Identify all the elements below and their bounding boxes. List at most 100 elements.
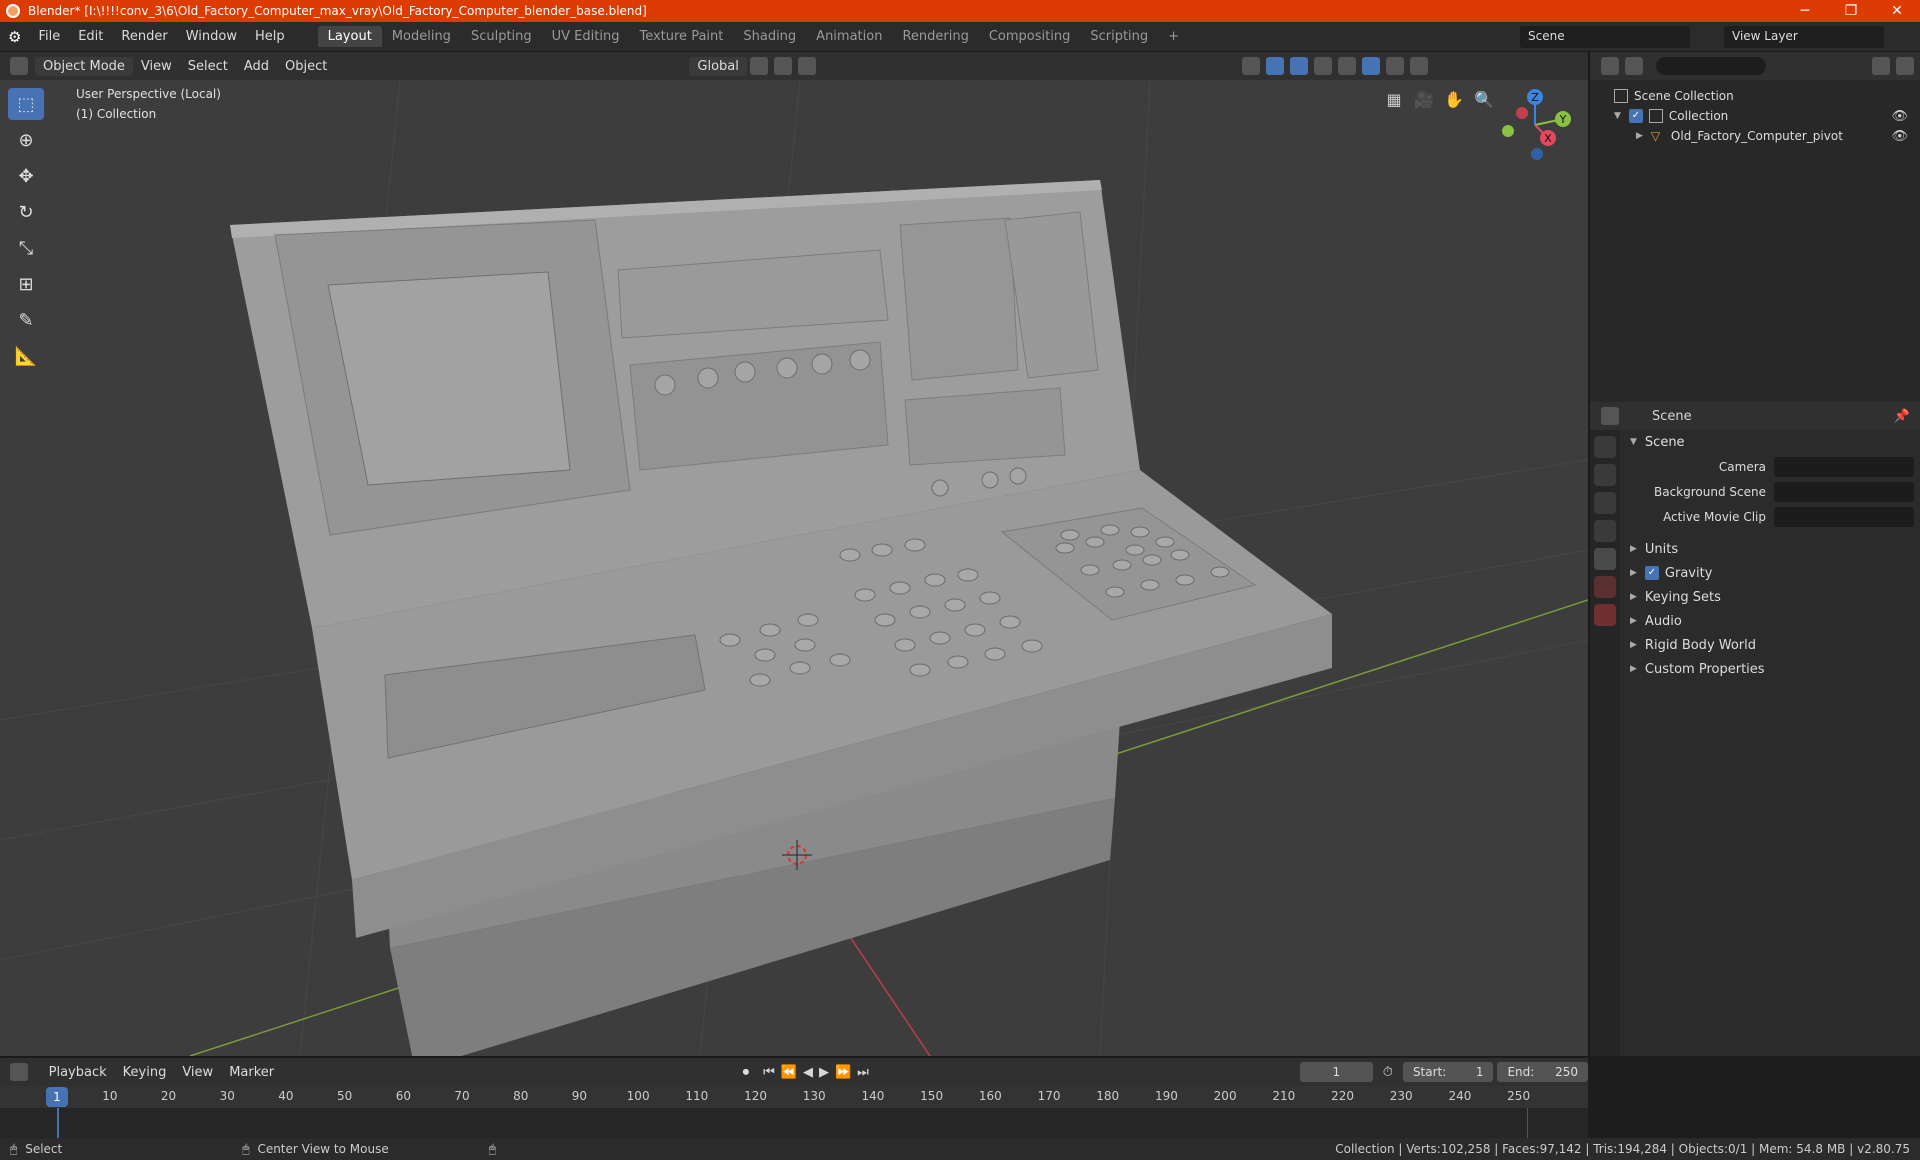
menu-help[interactable]: Help xyxy=(246,29,294,44)
menu-object[interactable]: Object xyxy=(277,59,335,74)
filter-icon[interactable] xyxy=(1872,57,1890,75)
minimize-button[interactable]: ─ xyxy=(1782,3,1828,19)
texture-tab-icon[interactable] xyxy=(1594,604,1616,626)
orientation-dropdown[interactable]: Global xyxy=(689,56,747,76)
units-panel[interactable]: ▶ Units xyxy=(1624,537,1920,561)
proportional-edit-icon[interactable] xyxy=(797,57,816,75)
scene-tab-icon[interactable] xyxy=(1594,548,1616,570)
tab-texture-paint[interactable]: Texture Paint xyxy=(629,26,733,47)
menu-playback[interactable]: Playback xyxy=(41,1065,115,1080)
outliner-object[interactable]: ▶ ▽ Old_Factory_Computer_pivot 👁 xyxy=(1590,126,1920,146)
next-keyframe-icon[interactable]: ⏩ xyxy=(835,1065,851,1080)
custom-properties-panel[interactable]: ▶ Custom Properties xyxy=(1624,657,1920,681)
properties-editor-icon[interactable] xyxy=(1601,407,1619,425)
visibility-icon[interactable] xyxy=(1241,57,1260,75)
audio-panel[interactable]: ▶ Audio xyxy=(1624,609,1920,633)
maximize-button[interactable]: ❐ xyxy=(1828,3,1874,19)
display-mode-icon[interactable] xyxy=(1625,57,1643,75)
expand-arrow-icon[interactable]: ▶ xyxy=(1636,131,1643,141)
transform-tool[interactable]: ⊞ xyxy=(8,268,44,300)
outliner-search-input[interactable] xyxy=(1656,57,1766,75)
current-frame-field[interactable]: 1 xyxy=(1299,1062,1373,1082)
rendered-shading-icon[interactable] xyxy=(1409,57,1428,75)
tab-scripting[interactable]: Scripting xyxy=(1080,26,1158,47)
zoom-icon[interactable]: 🔍 xyxy=(1470,86,1498,114)
menu-select[interactable]: Select xyxy=(180,59,236,74)
cursor-tool[interactable]: ⊕ xyxy=(8,124,44,156)
record-button[interactable]: ⏺ xyxy=(743,1065,750,1080)
move-tool[interactable]: ✥ xyxy=(8,160,44,192)
xray-icon[interactable] xyxy=(1313,57,1332,75)
tab-shading[interactable]: Shading xyxy=(733,26,806,47)
gizmo-icon[interactable] xyxy=(1265,57,1284,75)
tab-layout[interactable]: Layout xyxy=(317,26,382,47)
material-shading-icon[interactable] xyxy=(1385,57,1404,75)
view-layer-tab-icon[interactable] xyxy=(1594,520,1616,542)
outliner-collection[interactable]: ▼ ✓ Collection 👁 xyxy=(1590,106,1920,126)
expand-arrow-icon[interactable]: ▼ xyxy=(1614,111,1621,121)
output-tab-icon[interactable] xyxy=(1594,492,1616,514)
measure-tool[interactable]: 📐 xyxy=(8,340,44,372)
eye-icon[interactable]: 👁 xyxy=(1891,109,1908,124)
menu-add[interactable]: Add xyxy=(236,59,277,74)
overlay-icon[interactable] xyxy=(1289,57,1308,75)
eye-icon[interactable]: 👁 xyxy=(1891,129,1908,144)
blender-menu-icon[interactable]: ⚙ xyxy=(8,28,21,46)
menu-window[interactable]: Window xyxy=(177,29,246,44)
clock-icon[interactable]: ⏱ xyxy=(1383,1065,1393,1080)
tab-animation[interactable]: Animation xyxy=(806,26,892,47)
tab-modeling[interactable]: Modeling xyxy=(382,26,461,47)
tab-rendering[interactable]: Rendering xyxy=(892,26,978,47)
add-workspace-button[interactable]: + xyxy=(1158,26,1189,47)
navigation-gizmo[interactable]: Z Y X xyxy=(1502,89,1571,160)
menu-keying[interactable]: Keying xyxy=(115,1065,175,1080)
menu-file[interactable]: File xyxy=(29,29,69,44)
start-frame-field[interactable]: Start: 1 xyxy=(1402,1062,1494,1082)
view-layer-selector[interactable]: View Layer xyxy=(1724,26,1884,48)
play-icon[interactable]: ▶ xyxy=(819,1065,829,1080)
snap-icon[interactable] xyxy=(773,57,792,75)
jump-start-icon[interactable]: ⏮ xyxy=(763,1065,775,1080)
pan-hand-icon[interactable]: ✋ xyxy=(1440,86,1468,114)
new-collection-icon[interactable] xyxy=(1896,57,1914,75)
menu-view[interactable]: View xyxy=(133,59,180,74)
grid-icon[interactable]: ▦ xyxy=(1380,86,1408,114)
tab-uv-editing[interactable]: UV Editing xyxy=(542,26,630,47)
play-reverse-icon[interactable]: ◀ xyxy=(803,1065,813,1080)
pivot-icon[interactable] xyxy=(749,57,768,75)
prev-keyframe-icon[interactable]: ⏪ xyxy=(781,1065,797,1080)
background-scene-field[interactable] xyxy=(1774,481,1914,502)
tab-sculpting[interactable]: Sculpting xyxy=(461,26,542,47)
tab-compositing[interactable]: Compositing xyxy=(979,26,1081,47)
annotate-tool[interactable]: ✎ xyxy=(8,304,44,336)
menu-timeline-view[interactable]: View xyxy=(174,1065,221,1080)
camera-field[interactable] xyxy=(1774,456,1914,477)
close-button[interactable]: ✕ xyxy=(1874,3,1920,19)
solid-shading-icon[interactable] xyxy=(1361,57,1380,75)
gravity-panel[interactable]: ▶ ✓ Gravity xyxy=(1624,561,1920,585)
menu-render[interactable]: Render xyxy=(112,29,176,44)
pin-icon[interactable]: 📌 xyxy=(1894,409,1910,424)
render-tab-icon[interactable] xyxy=(1594,464,1616,486)
timeline-ruler[interactable]: 1 10 20 30 40 50 60 70 80 90 100 110 120 130 140 150 160… xyxy=(0,1086,1588,1108)
keying-sets-panel[interactable]: ▶ Keying Sets xyxy=(1624,585,1920,609)
movie-clip-field[interactable] xyxy=(1774,506,1914,527)
menu-edit[interactable]: Edit xyxy=(69,29,112,44)
jump-end-icon[interactable]: ⏭ xyxy=(857,1065,869,1080)
timeline-editor-icon[interactable] xyxy=(10,1063,28,1081)
outliner-scene-collection[interactable]: Scene Collection xyxy=(1590,86,1920,106)
world-tab-icon[interactable] xyxy=(1594,576,1616,598)
select-box-tool[interactable]: ⬚ xyxy=(8,88,44,120)
scene-selector[interactable]: Scene xyxy=(1520,26,1690,48)
menu-marker[interactable]: Marker xyxy=(221,1065,282,1080)
collection-checkbox[interactable]: ✓ xyxy=(1628,109,1643,123)
editor-type-icon[interactable] xyxy=(10,57,28,75)
mode-dropdown[interactable]: Object Mode xyxy=(35,56,133,76)
outliner-editor-icon[interactable] xyxy=(1601,57,1619,75)
gravity-checkbox[interactable]: ✓ xyxy=(1644,566,1659,580)
3d-viewport[interactable]: Z Y X User Perspective (Local) (1) Colle… xyxy=(0,80,1588,1056)
rotate-tool[interactable]: ↻ xyxy=(8,196,44,228)
timeline-track[interactable] xyxy=(0,1108,1588,1140)
end-frame-field[interactable]: End: 250 xyxy=(1497,1062,1588,1082)
wireframe-shading-icon[interactable] xyxy=(1337,57,1356,75)
